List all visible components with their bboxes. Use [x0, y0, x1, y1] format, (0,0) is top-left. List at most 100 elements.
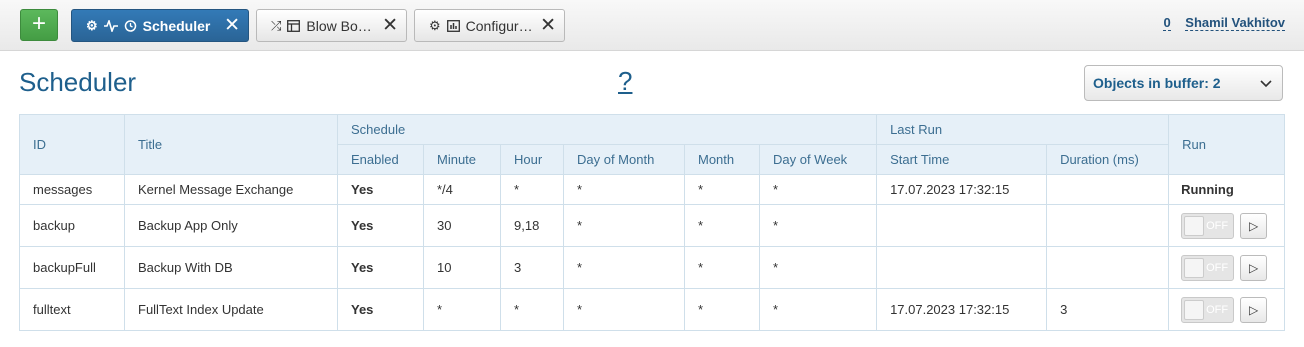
user-info: 0 Shamil Vakhitov: [1163, 15, 1285, 31]
toggle-label: OFF: [1206, 219, 1229, 232]
toggle-label: OFF: [1206, 261, 1229, 274]
user-name-link[interactable]: Shamil Vakhitov: [1185, 15, 1285, 31]
close-icon[interactable]: ✕: [224, 16, 240, 35]
toggle-knob: [1184, 257, 1205, 278]
table-row[interactable]: backup Backup App Only Yes 30 9,18 * * *…: [19, 204, 1286, 247]
cell-enabled: Yes: [337, 174, 424, 205]
cell-duration: [1046, 174, 1170, 205]
cell-day-of-week: *: [758, 204, 878, 247]
enable-toggle[interactable]: OFF: [1181, 254, 1235, 281]
help-link[interactable]: ?: [618, 66, 632, 97]
cell-day-of-week: *: [758, 288, 878, 331]
header-title[interactable]: Title: [124, 114, 338, 175]
run-now-button[interactable]: ▷: [1240, 254, 1268, 281]
cell-enabled: Yes: [337, 288, 424, 331]
header-duration[interactable]: Duration (ms): [1046, 144, 1170, 175]
tab-configuration[interactable]: ⚙ Configur… ✕: [414, 9, 565, 42]
toggle-label: OFF: [1206, 303, 1229, 316]
cell-hour: 3: [500, 246, 564, 289]
cell-month: *: [684, 288, 760, 331]
cell-month: *: [684, 246, 760, 289]
header-day-of-month[interactable]: Day of Month: [563, 144, 685, 175]
header-last-run: Last Run: [876, 114, 1170, 145]
top-bar: + ⚙ Scheduler ✕ ⤮ Blow Bo… ✕ ⚙ Configur……: [0, 0, 1304, 51]
cell-enabled: Yes: [337, 246, 424, 289]
cell-day-of-month: *: [563, 174, 685, 205]
header-enabled[interactable]: Enabled: [337, 144, 424, 175]
add-tab-button[interactable]: +: [20, 9, 58, 41]
run-cell: OFF ▷: [1168, 246, 1286, 289]
table-row[interactable]: messages Kernel Message Exchange Yes */4…: [19, 174, 1286, 205]
close-icon[interactable]: ✕: [382, 16, 398, 35]
buffer-label: Objects in buffer: 2: [1093, 75, 1221, 91]
cell-start-time: [876, 246, 1048, 289]
cell-month: *: [684, 204, 760, 247]
enable-toggle[interactable]: OFF: [1181, 212, 1235, 239]
notification-count[interactable]: 0: [1163, 15, 1171, 31]
cell-hour: *: [500, 288, 564, 331]
run-now-button[interactable]: ▷: [1240, 212, 1268, 239]
cell-duration: [1046, 204, 1170, 247]
cell-title: Backup App Only: [124, 204, 338, 247]
enable-toggle[interactable]: OFF: [1181, 296, 1235, 323]
header-start-time[interactable]: Start Time: [876, 144, 1048, 175]
cell-start-time: [876, 204, 1048, 247]
gear-icon: ⚙: [429, 17, 441, 33]
scheduler-table: ID Title Schedule Last Run Run Enabled M…: [19, 114, 1286, 331]
cell-id: backup: [19, 204, 125, 247]
alarm-icon: [124, 19, 137, 32]
cell-duration: [1046, 246, 1170, 289]
close-icon[interactable]: ✕: [540, 16, 556, 35]
gear-icon: ⚙: [86, 17, 98, 33]
cell-title: Backup With DB: [124, 246, 338, 289]
cell-day-of-week: *: [758, 246, 878, 289]
cell-month: *: [684, 174, 760, 205]
toggle-knob: [1184, 215, 1205, 236]
cell-minute: */4: [423, 174, 501, 205]
cell-title: FullText Index Update: [124, 288, 338, 331]
cell-hour: *: [500, 174, 564, 205]
header-id[interactable]: ID: [19, 114, 125, 175]
header-run: Run: [1168, 114, 1286, 175]
table-icon: [287, 19, 301, 32]
tab-label: Blow Bo…: [306, 17, 372, 34]
chevron-down-icon: [1260, 75, 1272, 91]
page-title: Scheduler: [19, 67, 137, 97]
run-now-button[interactable]: ▷: [1240, 296, 1268, 323]
table-row[interactable]: backupFull Backup With DB Yes 10 3 * * *…: [19, 246, 1286, 289]
cell-hour: 9,18: [500, 204, 564, 247]
cell-start-time: 17.07.2023 17:32:15: [876, 288, 1048, 331]
cell-title: Kernel Message Exchange: [124, 174, 338, 205]
cell-enabled: Yes: [337, 204, 424, 247]
toggle-knob: [1184, 299, 1205, 320]
cell-minute: 30: [423, 204, 501, 247]
table-row[interactable]: fulltext FullText Index Update Yes * * *…: [19, 288, 1286, 331]
objects-buffer-dropdown[interactable]: Objects in buffer: 2: [1084, 65, 1283, 101]
cell-minute: 10: [423, 246, 501, 289]
run-status: Running: [1168, 174, 1286, 205]
header-schedule: Schedule: [336, 114, 878, 145]
cell-id: backupFull: [19, 246, 125, 289]
cell-day-of-week: *: [758, 174, 878, 205]
header-hour[interactable]: Hour: [500, 144, 564, 175]
run-cell: OFF ▷: [1168, 204, 1286, 247]
cell-id: fulltext: [19, 288, 125, 331]
tab-label: Configur…: [465, 17, 533, 34]
cell-day-of-month: *: [563, 204, 685, 247]
cell-day-of-month: *: [563, 288, 685, 331]
header-day-of-week[interactable]: Day of Week: [758, 144, 878, 175]
cell-minute: *: [423, 288, 501, 331]
cell-id: messages: [19, 174, 125, 205]
cell-duration: 3: [1046, 288, 1170, 331]
cell-start-time: 17.07.2023 17:32:15: [876, 174, 1048, 205]
header-minute[interactable]: Minute: [423, 144, 501, 175]
header-month[interactable]: Month: [684, 144, 760, 175]
cell-day-of-month: *: [563, 246, 685, 289]
tab-label: Scheduler: [142, 17, 211, 34]
run-cell: OFF ▷: [1168, 288, 1286, 331]
chart-icon: [446, 19, 460, 32]
pulse-icon: [103, 19, 118, 32]
shuffle-icon: ⤮: [271, 17, 282, 33]
tab-blow-box[interactable]: ⤮ Blow Bo… ✕: [256, 9, 407, 42]
tab-scheduler[interactable]: ⚙ Scheduler ✕: [71, 9, 249, 42]
